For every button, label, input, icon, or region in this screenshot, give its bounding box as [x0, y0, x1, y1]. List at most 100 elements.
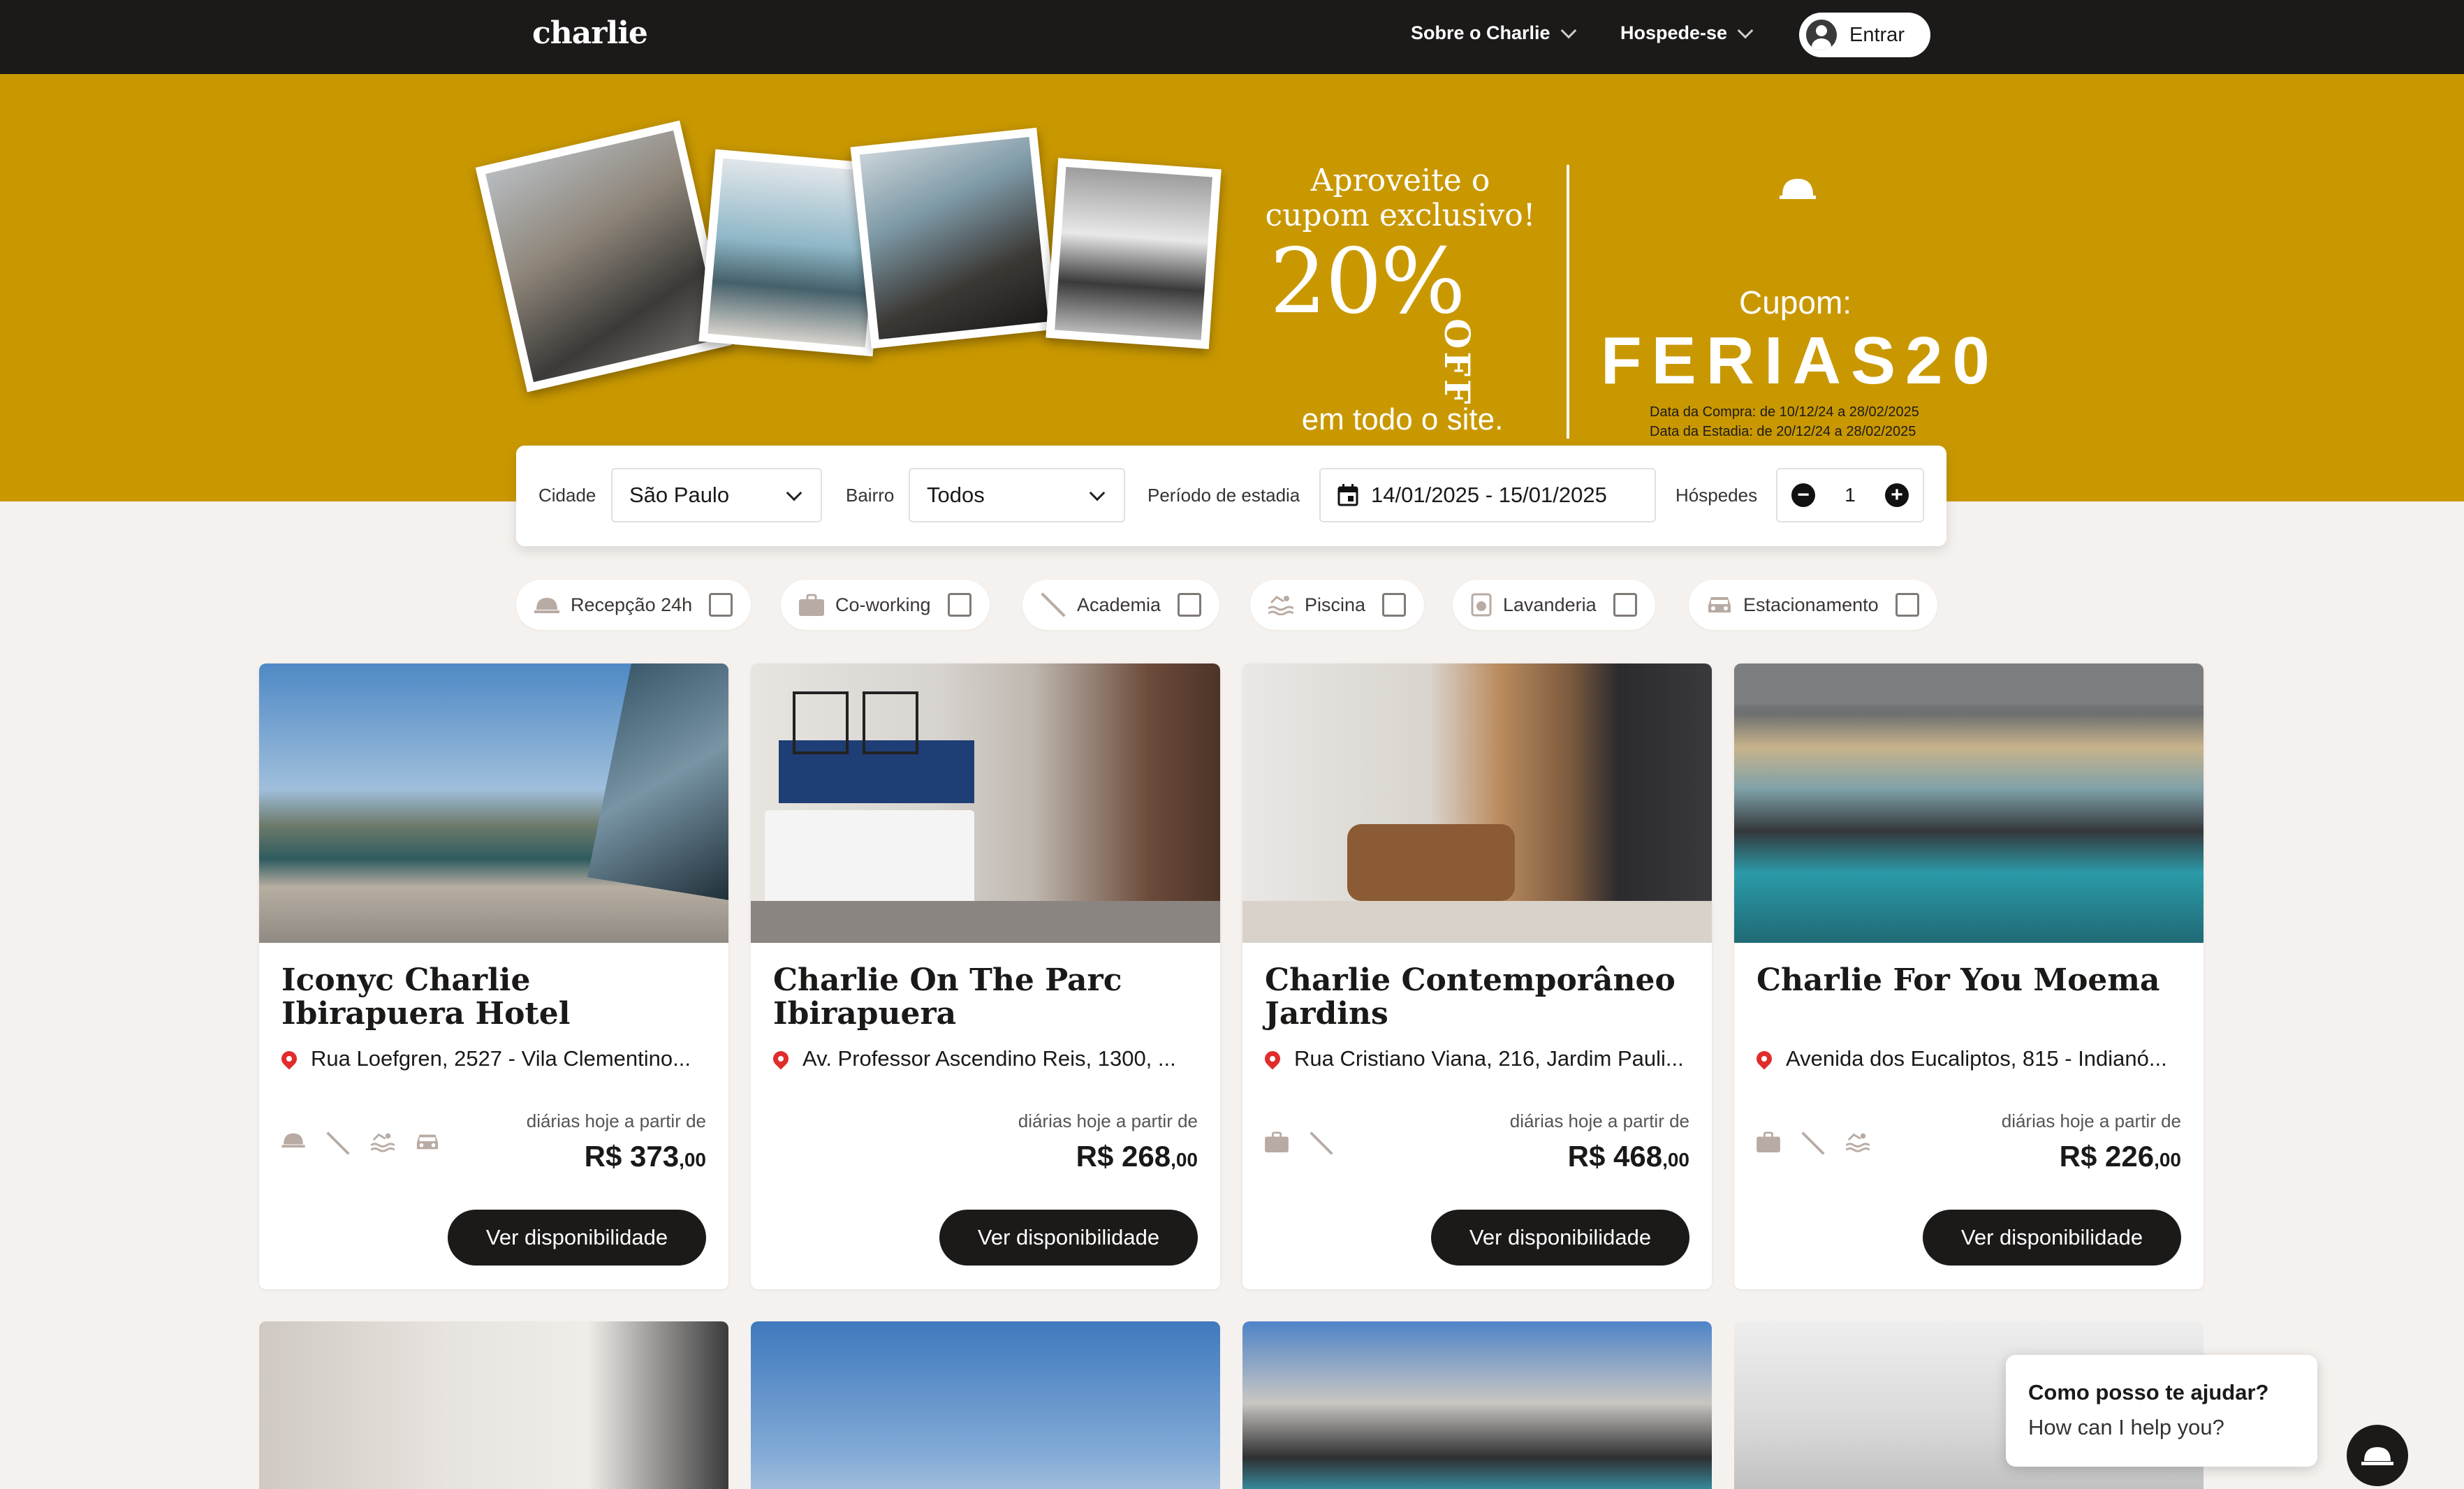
nav-host-label: Hospede-se	[1620, 22, 1728, 43]
address-text: Rua Loefgren, 2527 - Vila Clementino...	[311, 1046, 691, 1071]
dumbbell-icon	[1041, 592, 1066, 617]
logo[interactable]: charlie	[532, 15, 648, 51]
chevron-down-icon	[1737, 22, 1754, 38]
car-icon	[416, 1134, 439, 1150]
filter-gym[interactable]: Academia	[1022, 580, 1220, 630]
chat-prompt[interactable]: Como posso te ajudar? How can I help you…	[2006, 1355, 2317, 1467]
promo-divider	[1567, 165, 1569, 439]
hotel-title[interactable]: Charlie For You Moema	[1757, 964, 2190, 997]
coupon-label: Cupom:	[1739, 284, 1852, 321]
address-text: Rua Cristiano Viana, 216, Jardim Pauli..…	[1294, 1046, 1684, 1071]
hotel-title[interactable]: Iconyc Charlie Ibirapuera Hotel	[281, 964, 714, 1031]
filter-label: Estacionamento	[1743, 594, 1879, 615]
price-cents: ,00	[679, 1149, 706, 1171]
hotel-photo[interactable]	[259, 663, 728, 943]
hotel-card[interactable]	[259, 1321, 728, 1489]
hotel-photo[interactable]	[1734, 663, 2203, 943]
hotel-card[interactable]	[1242, 1321, 1712, 1489]
filter-label: Lavanderia	[1503, 594, 1597, 615]
hotel-title[interactable]: Charlie On The Parc Ibirapuera	[773, 964, 1206, 1031]
price-value: R$ 268	[1076, 1140, 1171, 1173]
promo-off: OFF	[1437, 318, 1478, 407]
hotel-address: Avenida dos Eucaliptos, 815 - Indianó...	[1757, 1046, 2183, 1071]
dumbbell-icon	[1801, 1131, 1825, 1155]
hotel-card[interactable]: Charlie Contemporâneo Jardins Rua Cristi…	[1242, 663, 1712, 1289]
hotel-address: Rua Loefgren, 2527 - Vila Clementino...	[281, 1046, 707, 1071]
location-pin-icon	[281, 1048, 300, 1070]
dumbbell-icon	[326, 1131, 350, 1155]
bell-icon	[281, 1133, 305, 1148]
pool-icon	[1268, 596, 1293, 615]
chat-prompt-subtitle: How can I help you?	[2028, 1415, 2224, 1439]
location-pin-icon	[1757, 1048, 1775, 1070]
hotel-address: Rua Cristiano Viana, 216, Jardim Pauli..…	[1265, 1046, 1691, 1071]
price: R$ 373,00	[585, 1140, 706, 1173]
dumbbell-icon	[1310, 1131, 1333, 1155]
filter-coworking[interactable]: Co-working	[781, 580, 990, 630]
pool-icon	[1846, 1133, 1870, 1152]
filter-parking[interactable]: Estacionamento	[1689, 580, 1937, 630]
district-value: Todos	[927, 483, 985, 507]
availability-button[interactable]: Ver disponibilidade	[448, 1210, 706, 1266]
promo-banner[interactable]: Aproveite o cupom exclusivo! 20% OFF em …	[0, 74, 2464, 501]
banner-photo	[1046, 158, 1222, 349]
hotel-card[interactable]	[751, 1321, 1220, 1489]
availability-button[interactable]: Ver disponibilidade	[1431, 1210, 1689, 1266]
price-value: R$ 468	[1567, 1140, 1663, 1173]
login-button[interactable]: Entrar	[1799, 13, 1930, 57]
district-label: Bairro	[846, 485, 895, 506]
hotel-photo[interactable]	[1242, 663, 1712, 943]
nav-about-menu[interactable]: Sobre o Charlie	[1411, 22, 1576, 44]
bell-icon	[534, 598, 559, 613]
hotel-address: Av. Professor Ascendino Reis, 1300, ...	[773, 1046, 1199, 1071]
hotel-card[interactable]: Charlie For You Moema Avenida dos Eucali…	[1734, 663, 2203, 1289]
filter-reception[interactable]: Recepção 24h	[516, 580, 751, 630]
filter-checkbox[interactable]	[1178, 593, 1202, 617]
search-bar: Cidade São Paulo Bairro Todos Período de…	[516, 446, 1946, 546]
hotel-card[interactable]: Charlie On The Parc Ibirapuera Av. Profe…	[751, 663, 1220, 1289]
user-icon	[1806, 20, 1837, 50]
availability-button[interactable]: Ver disponibilidade	[1923, 1210, 2181, 1266]
nav-host-menu[interactable]: Hospede-se	[1620, 22, 1754, 44]
filter-checkbox[interactable]	[1613, 593, 1637, 617]
guests-stepper[interactable]: − 1 +	[1776, 468, 1924, 522]
filter-checkbox[interactable]	[1382, 593, 1407, 617]
price-caption: diárias hoje a partir de	[2001, 1110, 2181, 1131]
promo-subline: em todo o site.	[1301, 402, 1504, 437]
coupon-code: FERIAS20	[1601, 323, 2000, 398]
chevron-down-icon	[786, 485, 802, 501]
amenity-icons	[281, 1131, 439, 1155]
nav-about-label: Sobre o Charlie	[1411, 22, 1550, 43]
promo-headline-1: Aproveite o	[1310, 163, 1490, 198]
period-label: Período de estadia	[1147, 485, 1300, 506]
plus-button[interactable]: +	[1885, 483, 1909, 507]
location-pin-icon	[1265, 1048, 1284, 1070]
chat-button[interactable]	[2347, 1425, 2408, 1486]
availability-button[interactable]: Ver disponibilidade	[939, 1210, 1198, 1266]
filter-laundry[interactable]: Lavanderia	[1453, 580, 1655, 630]
guests-label: Hóspedes	[1675, 485, 1758, 506]
stay-dates: Data da Estadia: de 20/12/24 a 28/02/202…	[1650, 424, 1916, 439]
district-select[interactable]: Todos	[909, 468, 1125, 522]
hotel-card[interactable]: Iconyc Charlie Ibirapuera Hotel Rua Loef…	[259, 663, 728, 1289]
top-nav: charlie Sobre o Charlie Hospede-se Entra…	[0, 0, 2464, 74]
amenity-icons	[1265, 1131, 1333, 1155]
minus-button[interactable]: −	[1791, 483, 1815, 507]
hotel-photo[interactable]	[751, 663, 1220, 943]
hotel-title[interactable]: Charlie Contemporâneo Jardins	[1265, 964, 1698, 1031]
price: R$ 468,00	[1568, 1140, 1689, 1173]
calendar-icon	[1337, 484, 1358, 506]
filter-checkbox[interactable]	[947, 593, 971, 617]
date-range-input[interactable]: 14/01/2025 - 15/01/2025	[1319, 468, 1656, 522]
filter-checkbox[interactable]	[709, 593, 733, 617]
filter-label: Recepção 24h	[571, 594, 693, 615]
filter-checkbox[interactable]	[1895, 593, 1919, 617]
briefcase-icon	[799, 594, 824, 616]
banner-photo	[850, 127, 1058, 349]
filter-pool[interactable]: Piscina	[1250, 580, 1425, 630]
city-value: São Paulo	[629, 483, 730, 507]
bell-icon	[2361, 1447, 2393, 1465]
washer-icon	[1471, 593, 1492, 617]
city-select[interactable]: São Paulo	[611, 468, 822, 522]
login-label: Entrar	[1849, 23, 1905, 46]
